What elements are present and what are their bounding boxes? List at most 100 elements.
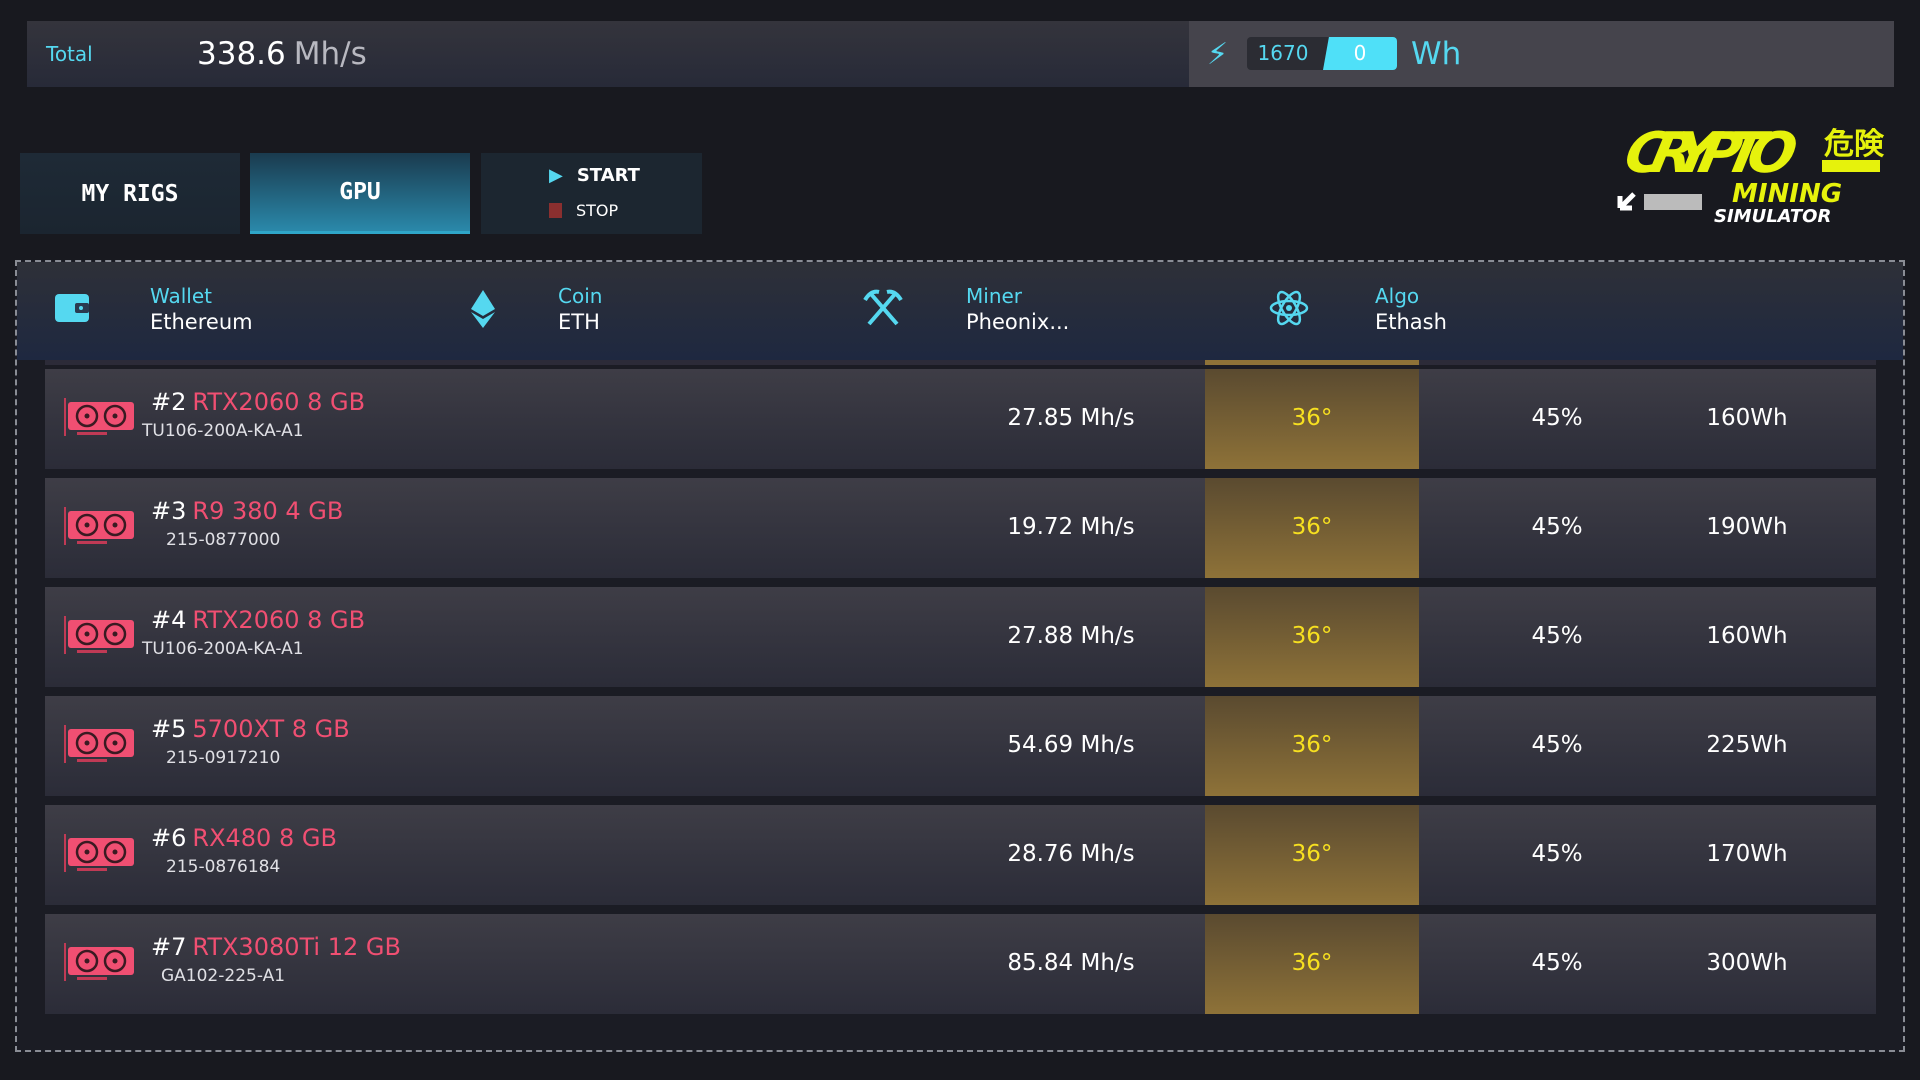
temperature: 36° xyxy=(1291,623,1333,649)
gpu-row[interactable]: #5 5700XT 8 GB 215-0917210 54.69 Mh/s 36°… xyxy=(45,696,1876,796)
fan-speed: 45% xyxy=(1531,732,1583,758)
gpu-model: R9 380 4 GB xyxy=(192,497,344,525)
lightning-bolt-icon: ⚡ xyxy=(1207,36,1229,72)
fan-speed: 45% xyxy=(1531,623,1583,649)
gpu-model: RX480 8 GB xyxy=(192,824,337,852)
svg-text:SIMULATOR: SIMULATOR xyxy=(1714,206,1831,226)
start-label: START xyxy=(576,165,640,186)
mining-controls: ▶ START STOP xyxy=(481,153,702,234)
algo-info: Algo Ethash xyxy=(1375,284,1447,334)
graphics-card-icon xyxy=(64,834,134,872)
graphics-card-icon xyxy=(64,398,134,436)
total-value: 338.6 xyxy=(197,36,286,72)
atom-icon xyxy=(1269,290,1309,326)
temperature: 36° xyxy=(1291,841,1333,867)
gpu-chip: 215-0877000 xyxy=(166,530,281,550)
ethereum-icon xyxy=(471,290,495,328)
power-usage: 225Wh xyxy=(1706,732,1788,758)
power-used: 1670 xyxy=(1257,41,1309,65)
coin-value: ETH xyxy=(558,310,600,334)
hashrate: 27.85 Mh/s xyxy=(1007,405,1135,431)
svg-text:MINING: MINING xyxy=(1732,179,1842,209)
total-label: Total xyxy=(46,42,93,66)
algo-label: Algo xyxy=(1375,284,1420,308)
total-unit: Mh/s xyxy=(293,36,367,72)
power-value: 0 xyxy=(1323,37,1397,70)
coin-info: Coin ETH xyxy=(558,284,602,334)
fan-speed: 45% xyxy=(1531,950,1583,976)
power-meter: 1670 0 xyxy=(1247,37,1397,70)
start-button[interactable]: ▶ START xyxy=(549,165,640,186)
hashrate: 28.76 Mh/s xyxy=(1007,841,1135,867)
power-usage: 160Wh xyxy=(1706,623,1788,649)
gpu-name: #2 RTX2060 8 GB xyxy=(151,388,365,416)
fan-speed: 45% xyxy=(1531,514,1583,540)
graphics-card-icon xyxy=(64,725,134,763)
power-usage: 170Wh xyxy=(1706,841,1788,867)
gpu-name: #7 RTX3080Ti 12 GB xyxy=(151,933,401,961)
temperature: 36° xyxy=(1291,732,1333,758)
gpu-row[interactable]: #7 RTX3080Ti 12 GB GA102-225-A1 85.84 Mh/… xyxy=(45,914,1876,1014)
coin-label: Coin xyxy=(558,284,603,308)
wallet-value: Ethereum xyxy=(150,310,253,334)
crypto-mining-simulator-logo: CRYPTO 危険 MINING SIMULATOR xyxy=(1617,121,1885,226)
gpu-row[interactable]: #4 RTX2060 8 GB TU106-200A-KA-A1 27.88 Mh… xyxy=(45,587,1876,687)
gpu-name: #5 5700XT 8 GB xyxy=(151,715,350,743)
tab-gpu[interactable]: GPU xyxy=(250,153,470,234)
gpu-chip: 215-0876184 xyxy=(166,857,281,877)
graphics-card-icon xyxy=(64,616,134,654)
rig-info-header: Wallet Ethereum Coin ETH Miner Pheonix... A… xyxy=(17,262,1903,360)
power-usage: 160Wh xyxy=(1706,405,1788,431)
fan-speed: 45% xyxy=(1531,841,1583,867)
power-unit: Wh xyxy=(1411,36,1462,72)
gpu-chip: GA102-225-A1 xyxy=(161,966,286,986)
pickaxe-icon xyxy=(863,289,903,326)
stop-label: STOP xyxy=(576,201,619,220)
gpu-chip: TU106-200A-KA-A1 xyxy=(142,639,304,659)
fan-speed: 45% xyxy=(1531,405,1583,431)
miner-label: Miner xyxy=(966,284,1023,308)
gpu-row[interactable]: #3 R9 380 4 GB 215-0877000 19.72 Mh/s 36°… xyxy=(45,478,1876,578)
graphics-card-icon xyxy=(64,507,134,545)
svg-text:CRYPTO: CRYPTO xyxy=(1619,121,1803,186)
hashrate: 54.69 Mh/s xyxy=(1007,732,1135,758)
gpu-chip: 215-0917210 xyxy=(166,748,281,768)
gpu-number: #6 xyxy=(151,824,187,852)
temperature: 36° xyxy=(1291,405,1333,431)
gpu-number: #4 xyxy=(151,606,187,634)
tab-my-rigs[interactable]: MY RIGS xyxy=(20,153,240,234)
miner-value: Pheonix... xyxy=(966,310,1070,334)
power-usage: 300Wh xyxy=(1706,950,1788,976)
gpu-number: #7 xyxy=(151,933,187,961)
total-hashrate: 338.6 Mh/s xyxy=(197,36,367,72)
gpu-row[interactable]: #6 RX480 8 GB 215-0876184 28.76 Mh/s 36° … xyxy=(45,805,1876,905)
stop-button[interactable]: STOP xyxy=(549,201,618,220)
wallet-icon xyxy=(55,294,89,322)
gpu-chip: TU106-200A-KA-A1 xyxy=(142,421,304,441)
algo-value: Ethash xyxy=(1375,310,1447,334)
gpu-model: RTX3080Ti 12 GB xyxy=(192,933,401,961)
gpu-model: RTX2060 8 GB xyxy=(192,388,366,416)
graphics-card-icon xyxy=(64,943,134,981)
gpu-name: #3 R9 380 4 GB xyxy=(151,497,343,525)
gpu-name: #4 RTX2060 8 GB xyxy=(151,606,365,634)
miner-info: Miner Pheonix... xyxy=(966,284,1069,334)
gpu-list: #2 RTX2060 8 GB TU106-200A-KA-A1 27.85 Mh… xyxy=(45,360,1876,1014)
total-hashrate-bar: Total 338.6 Mh/s ⚡ 1670 0 Wh xyxy=(27,21,1894,87)
gpu-row[interactable]: #2 RTX2060 8 GB TU106-200A-KA-A1 27.85 Mh… xyxy=(45,369,1876,469)
temperature: 36° xyxy=(1291,950,1333,976)
wallet-info: Wallet Ethereum xyxy=(150,284,253,334)
gpu-name: #6 RX480 8 GB xyxy=(151,824,337,852)
hashrate: 85.84 Mh/s xyxy=(1007,950,1135,976)
gpu-panel: Wallet Ethereum Coin ETH Miner Pheonix... A… xyxy=(15,260,1905,1052)
power-panel: ⚡ 1670 0 Wh xyxy=(1189,21,1894,87)
gpu-model: 5700XT 8 GB xyxy=(192,715,350,743)
gpu-number: #5 xyxy=(151,715,187,743)
hashrate: 27.88 Mh/s xyxy=(1007,623,1135,649)
temperature: 36° xyxy=(1291,514,1333,540)
svg-text:危険: 危険 xyxy=(1824,127,1885,162)
stop-icon xyxy=(549,203,562,218)
hashrate: 19.72 Mh/s xyxy=(1007,514,1135,540)
wallet-label: Wallet xyxy=(150,284,213,308)
play-icon: ▶ xyxy=(549,165,563,186)
